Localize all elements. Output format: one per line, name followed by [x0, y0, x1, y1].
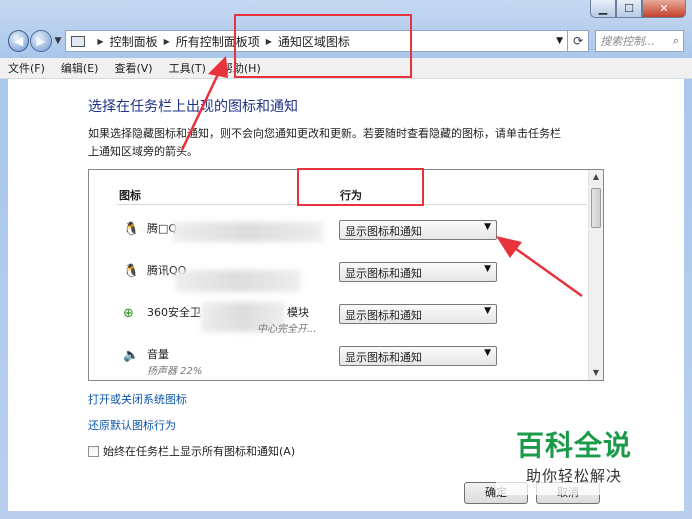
- chevron-right-icon: ▶: [97, 36, 104, 46]
- scroll-down-icon[interactable]: ▼: [589, 366, 603, 380]
- forward-arrow-icon[interactable]: ▶: [30, 30, 52, 52]
- behavior-dropdown[interactable]: 显示图标和通知 ▼: [339, 346, 497, 366]
- item-name-suffix: 模块: [287, 306, 309, 319]
- chevron-down-icon: ▼: [484, 306, 491, 316]
- minimize-icon[interactable]: ▁: [590, 0, 616, 18]
- breadcrumb-item[interactable]: 控制面板: [110, 33, 158, 50]
- chevron-down-icon: ▼: [484, 348, 491, 358]
- speaker-icon: 🔈: [123, 348, 140, 363]
- caption-buttons: ▁ ☐ ✕: [590, 0, 686, 18]
- recent-pages-chevron-icon[interactable]: ▼: [55, 36, 62, 46]
- annotation-box-address: [234, 14, 412, 78]
- dropdown-value: 显示图标和通知: [345, 225, 422, 238]
- 360-shield-icon: ⊕: [123, 306, 134, 321]
- page-description: 如果选择隐藏图标和通知，则不会向您通知更改和更新。若要随时查看隐藏的图标，请单击…: [88, 127, 561, 158]
- menu-edit[interactable]: 编辑(E): [53, 60, 107, 76]
- watermark-title: 百科全说: [516, 429, 633, 462]
- qq-penguin-icon: 🐧: [123, 264, 140, 279]
- window: ▁ ☐ ✕ ◀ ▶ ▼ ▶ 控制面板 ▶ 所有控制面板项 ▶ 通知区域图标 ▼ …: [0, 0, 692, 519]
- watermark: 百科全说 助你轻松解决: [496, 420, 666, 495]
- menu-file[interactable]: 文件(F): [0, 60, 53, 76]
- always-show-checkbox[interactable]: 始终在任务栏上显示所有图标和通知(A): [88, 443, 295, 459]
- qq-penguin-icon: 🐧: [123, 222, 140, 237]
- annotation-arrow-up: [180, 56, 228, 151]
- item-subtitle: 中心完全开...: [257, 324, 317, 335]
- maximize-icon[interactable]: ☐: [616, 0, 642, 18]
- dropdown-value: 显示图标和通知: [345, 351, 422, 364]
- annotation-box-behavior: [297, 168, 424, 206]
- search-input[interactable]: 搜索控制... ⌕: [595, 30, 684, 52]
- redacted-region: [173, 222, 323, 242]
- annotation-arrow-dropdown: [496, 236, 583, 298]
- list-item: ⊕ 360安全卫 模块 中心完全开... 显示图标和通知 ▼: [89, 302, 589, 342]
- checkbox-box[interactable]: [88, 445, 99, 457]
- menu-view[interactable]: 查看(V): [106, 60, 160, 76]
- list-item: 🔈 音量 扬声器 22% 显示图标和通知 ▼: [89, 344, 589, 380]
- close-icon[interactable]: ✕: [642, 0, 686, 18]
- search-icon[interactable]: ⌕: [673, 34, 679, 48]
- item-name: 360安全卫: [147, 306, 201, 319]
- scroll-up-icon[interactable]: ▲: [589, 170, 603, 184]
- back-arrow-icon[interactable]: ◀: [8, 30, 30, 52]
- behavior-dropdown[interactable]: 显示图标和通知 ▼: [339, 304, 497, 324]
- chevron-down-icon: ▼: [484, 222, 491, 232]
- behavior-dropdown[interactable]: 显示图标和通知 ▼: [339, 262, 497, 282]
- chevron-right-icon: ▶: [163, 36, 170, 46]
- refresh-icon[interactable]: ⟳: [568, 30, 590, 52]
- chevron-down-icon: ▼: [484, 264, 491, 274]
- behavior-dropdown[interactable]: 显示图标和通知 ▼: [339, 220, 497, 240]
- column-header-icon: 图标: [119, 189, 141, 202]
- dropdown-value: 显示图标和通知: [345, 309, 422, 322]
- scroll-thumb[interactable]: [591, 188, 601, 228]
- restore-defaults-link[interactable]: 还原默认图标行为: [88, 417, 176, 433]
- computer-icon: [71, 35, 86, 47]
- watermark-subtitle: 助你轻松解决: [526, 467, 623, 485]
- search-placeholder: 搜索控制...: [600, 35, 655, 48]
- item-subtitle: 扬声器 22%: [147, 366, 203, 377]
- checkbox-label: 始终在任务栏上显示所有图标和通知(A): [103, 445, 296, 458]
- dropdown-value: 显示图标和通知: [345, 267, 422, 280]
- redacted-region: [175, 270, 301, 292]
- address-dropdown-icon[interactable]: ▼: [556, 36, 563, 46]
- system-icons-link[interactable]: 打开或关闭系统图标: [88, 391, 187, 407]
- item-name: 音量: [147, 348, 169, 361]
